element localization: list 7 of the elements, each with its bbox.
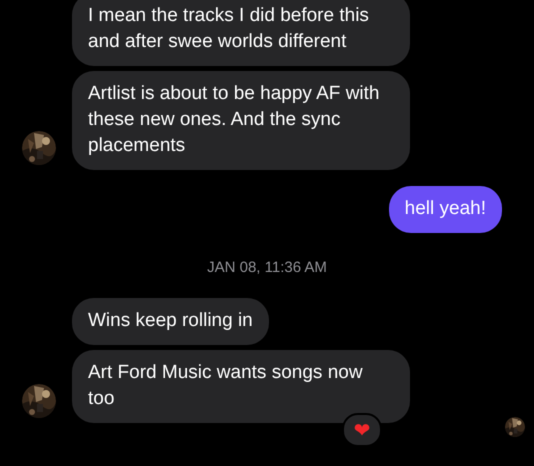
timestamp: JAN 08, 11:36 AM xyxy=(207,259,327,276)
message-bubble: Artlist is about to be happy AF with these new ones. And the sync placements xyxy=(72,71,410,170)
message-bubble: hell yeah! xyxy=(388,186,502,233)
message-bubble: Art Ford Music wants songs now too xyxy=(72,350,410,423)
reaction[interactable]: ❤ xyxy=(342,413,382,447)
message-bubble: Wins keep rolling in xyxy=(72,298,269,345)
message-bubble: I mean the tracks I did before this and after swee worlds different xyxy=(72,0,410,66)
